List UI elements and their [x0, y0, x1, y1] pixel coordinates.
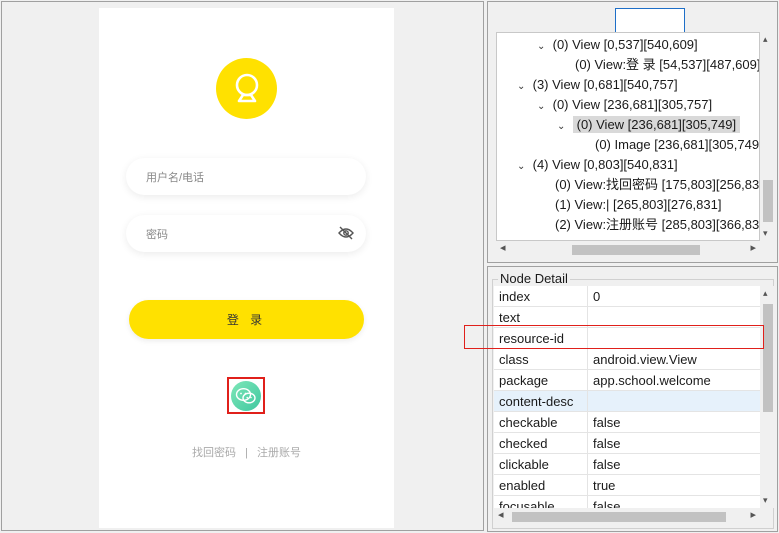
forgot-password-link[interactable]: 找回密码	[192, 447, 236, 459]
tree-row[interactable]: (0) Image [236,681][305,749]	[595, 135, 760, 155]
tree-row[interactable]: (1) View:| [265,803][276,831]	[555, 195, 721, 215]
tree-row-label: (1) View:| [265,803][276,831]	[555, 197, 722, 212]
scroll-thumb[interactable]	[512, 512, 726, 522]
scroll-right-icon[interactable]: ▸	[750, 508, 756, 521]
scroll-up-icon[interactable]: ▴	[763, 288, 768, 299]
detail-row[interactable]: checked false	[494, 433, 760, 454]
username-field[interactable]: 用户名/电话	[126, 158, 366, 195]
detail-key: checked	[499, 436, 548, 451]
tree-row-label: (2) View:注册账号 [285,803][366,831]	[555, 217, 760, 232]
tree-row-label: (0) View [0,537][540,609]	[552, 37, 698, 52]
scroll-left-icon[interactable]: ◂	[500, 241, 506, 254]
tree-row-label: (0) View [236,681][305,749]	[572, 116, 741, 133]
detail-value[interactable]: 0	[593, 286, 760, 307]
eye-slash-icon[interactable]	[338, 226, 354, 240]
detail-row[interactable]: enabled true	[494, 475, 760, 496]
password-placeholder: 密码	[146, 228, 168, 241]
detail-row[interactable]: package app.school.welcome	[494, 370, 760, 391]
detail-key: index	[499, 289, 531, 304]
detail-row[interactable]: clickable false	[494, 454, 760, 475]
detail-key: package	[499, 373, 549, 388]
wechat-login-highlight[interactable]	[227, 377, 265, 414]
detail-row[interactable]: index 0	[494, 286, 760, 307]
scroll-up-icon[interactable]: ▴	[763, 34, 768, 45]
detail-key: content-desc	[499, 394, 574, 409]
chevron-down-icon[interactable]: ⌄	[537, 37, 549, 57]
tree-row[interactable]: (2) View:注册账号 [285,803][366,831]	[555, 215, 760, 235]
detail-row[interactable]: checkable false	[494, 412, 760, 433]
detail-value[interactable]: app.school.welcome	[593, 370, 760, 391]
detail-row[interactable]: class android.view.View	[494, 349, 760, 370]
node-detail-panel: Node Detail index 0 text resource-id cla…	[487, 266, 778, 532]
tree-row-label: (0) Image [236,681][305,749]	[595, 137, 760, 152]
detail-key: enabled	[499, 478, 546, 493]
password-field[interactable]: 密码	[126, 215, 366, 252]
tree-header-tab[interactable]	[615, 8, 685, 32]
chevron-down-icon[interactable]: ⌄	[557, 117, 569, 137]
node-detail-title: Node Detail	[498, 271, 570, 286]
scroll-thumb[interactable]	[763, 180, 773, 222]
chevron-down-icon[interactable]: ⌄	[537, 97, 549, 117]
chevron-down-icon[interactable]: ⌄	[517, 77, 529, 97]
tree-horizontal-scrollbar[interactable]: ◂ ▸	[496, 241, 760, 257]
wechat-icon	[235, 387, 256, 404]
detail-row[interactable]: focusable false	[494, 496, 760, 508]
detail-value[interactable]: android.view.View	[593, 349, 760, 370]
tree-row[interactable]: ⌄ (0) View [0,537][540,609]	[537, 35, 698, 55]
scroll-thumb[interactable]	[763, 304, 773, 412]
resource-id-highlight	[464, 325, 764, 349]
screenshot-panel[interactable]: 用户名/电话 密码 登 录 找回密码 | 注册账号	[1, 1, 484, 531]
tree-vertical-scrollbar[interactable]: ▴ ▾	[760, 32, 776, 241]
links-divider: |	[245, 447, 248, 459]
username-placeholder: 用户名/电话	[146, 171, 205, 184]
tree-row[interactable]: (0) View:找回密码 [175,803][256,831]	[555, 175, 760, 195]
tree-row[interactable]: ⌄ (3) View [0,681][540,757]	[517, 75, 678, 95]
hierarchy-panel: ⌄ (0) View [0,537][540,609] (0) View:登 录…	[487, 1, 778, 263]
detail-horizontal-scrollbar[interactable]: ◂ ▸	[494, 508, 760, 524]
detail-value[interactable]: false	[593, 412, 760, 433]
login-label: 登 录	[226, 313, 267, 327]
register-link[interactable]: 注册账号	[257, 447, 301, 459]
footer-links: 找回密码 | 注册账号	[99, 444, 394, 460]
detail-key: checkable	[499, 415, 558, 430]
login-button[interactable]: 登 录	[129, 300, 364, 339]
scroll-right-icon[interactable]: ▸	[750, 241, 756, 254]
detail-vertical-scrollbar[interactable]: ▴ ▾	[760, 286, 776, 508]
tree-row-label: (3) View [0,681][540,757]	[532, 77, 678, 92]
webcam-icon	[235, 73, 258, 102]
tree-row-selected[interactable]: ⌄ (0) View [236,681][305,749]	[557, 115, 741, 137]
tree-row[interactable]: ⌄ (0) View [236,681][305,757]	[537, 95, 712, 115]
tree-row-label: (4) View [0,803][540,831]	[532, 157, 678, 172]
tree-row-label: (0) View [236,681][305,757]	[552, 97, 713, 112]
tree-row-label: (0) View:登 录 [54,537][487,609]	[575, 57, 760, 72]
phone-screen: 用户名/电话 密码 登 录 找回密码 | 注册账号	[99, 8, 394, 528]
detail-value[interactable]: false	[593, 496, 760, 508]
tree-row[interactable]: ⌄ (4) View [0,803][540,831]	[517, 155, 678, 175]
app-logo	[216, 58, 277, 119]
scroll-down-icon[interactable]: ▾	[763, 495, 768, 506]
detail-key: class	[499, 352, 529, 367]
detail-value[interactable]: false	[593, 454, 760, 475]
detail-value[interactable]: false	[593, 433, 760, 454]
detail-row-highlighted[interactable]: content-desc	[494, 391, 760, 412]
detail-value[interactable]: true	[593, 475, 760, 496]
hierarchy-tree[interactable]: ⌄ (0) View [0,537][540,609] (0) View:登 录…	[496, 32, 760, 241]
chevron-down-icon[interactable]: ⌄	[517, 157, 529, 177]
node-detail-table[interactable]: index 0 text resource-id class android.v…	[494, 286, 760, 508]
scroll-down-icon[interactable]: ▾	[763, 228, 768, 239]
detail-key: clickable	[499, 457, 549, 472]
tree-row-label: (0) View:找回密码 [175,803][256,831]	[555, 177, 760, 192]
detail-key: focusable	[499, 499, 555, 508]
wechat-button[interactable]	[231, 380, 261, 411]
scroll-thumb[interactable]	[572, 245, 700, 255]
scroll-left-icon[interactable]: ◂	[498, 508, 504, 521]
tree-row[interactable]: (0) View:登 录 [54,537][487,609]	[575, 55, 760, 75]
